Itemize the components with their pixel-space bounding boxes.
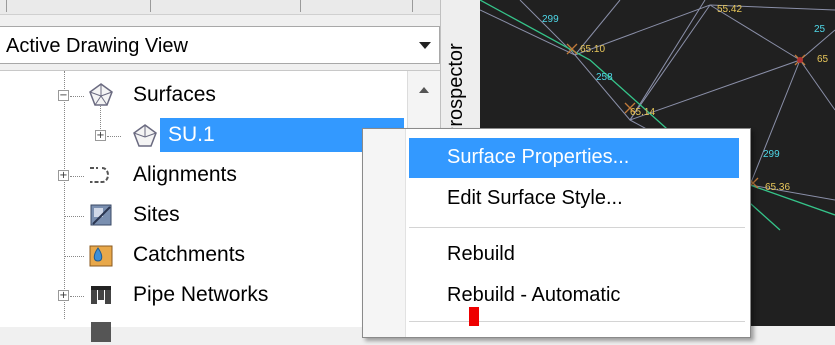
- context-menu: Surface Properties... Edit Surface Style…: [362, 128, 751, 338]
- drawing-label: 25: [814, 24, 826, 35]
- tree-item-label: Surfaces: [133, 83, 216, 106]
- menu-item-label: Rebuild: [447, 243, 515, 265]
- pipe-network-icon: [91, 286, 111, 304]
- tree-item-label: Sites: [133, 203, 180, 226]
- tree-item-label: Catchments: [133, 243, 246, 266]
- menu-item-edit-surface-style[interactable]: Edit Surface Style...: [409, 179, 739, 219]
- menu-icon-gutter: [363, 129, 406, 337]
- drawing-label: 65.36: [765, 182, 790, 193]
- scroll-up-icon[interactable]: [419, 87, 429, 93]
- drawing-label: 55.42: [717, 4, 742, 15]
- collapse-icon[interactable]: −: [58, 90, 69, 101]
- toolbar-strip: [0, 0, 447, 15]
- menu-item-label: Edit Surface Style...: [447, 187, 623, 209]
- drawing-label: 299: [542, 14, 559, 25]
- prospector-tab-label: Prospector: [445, 43, 467, 140]
- drawing-label: 65.10: [580, 44, 605, 55]
- menu-separator: [409, 227, 745, 228]
- annotation-marker: [469, 307, 479, 326]
- catchment-icon: [89, 245, 113, 267]
- drawing-label: 258: [596, 72, 613, 83]
- menu-separator: [409, 321, 745, 322]
- tree-item-label: Pipe Networks: [133, 283, 269, 306]
- menu-item-label: Rebuild - Automatic: [447, 284, 621, 306]
- boundary-line: [749, 184, 835, 216]
- expand-icon[interactable]: +: [58, 170, 69, 181]
- tree-item-label: Alignments: [133, 163, 237, 186]
- tree-item-surfaces[interactable]: − Surfaces: [0, 77, 440, 115]
- pressure-network-icon: [91, 322, 111, 342]
- menu-item-rebuild[interactable]: Rebuild: [409, 235, 739, 275]
- drawing-label: 65.14: [630, 107, 655, 118]
- menu-item-surface-properties[interactable]: Surface Properties...: [409, 138, 739, 178]
- alignment-icon: [90, 167, 109, 183]
- tree-item-label: SU.1: [168, 123, 215, 146]
- expand-icon[interactable]: +: [95, 130, 106, 141]
- drawing-label: 299: [763, 149, 780, 160]
- expand-icon[interactable]: +: [58, 290, 69, 301]
- chevron-down-icon[interactable]: [419, 42, 431, 49]
- menu-item-label: Surface Properties...: [447, 146, 630, 168]
- view-selector-dropdown[interactable]: Active Drawing View: [0, 26, 440, 64]
- surfaces-icon: [89, 83, 113, 106]
- menu-item-rebuild-automatic[interactable]: Rebuild - Automatic: [409, 276, 739, 316]
- drawing-label: 65: [817, 54, 829, 65]
- site-icon: [90, 204, 112, 226]
- view-selector-value: Active Drawing View: [6, 35, 188, 57]
- surface-icon: [133, 124, 157, 147]
- survey-point: [797, 57, 803, 63]
